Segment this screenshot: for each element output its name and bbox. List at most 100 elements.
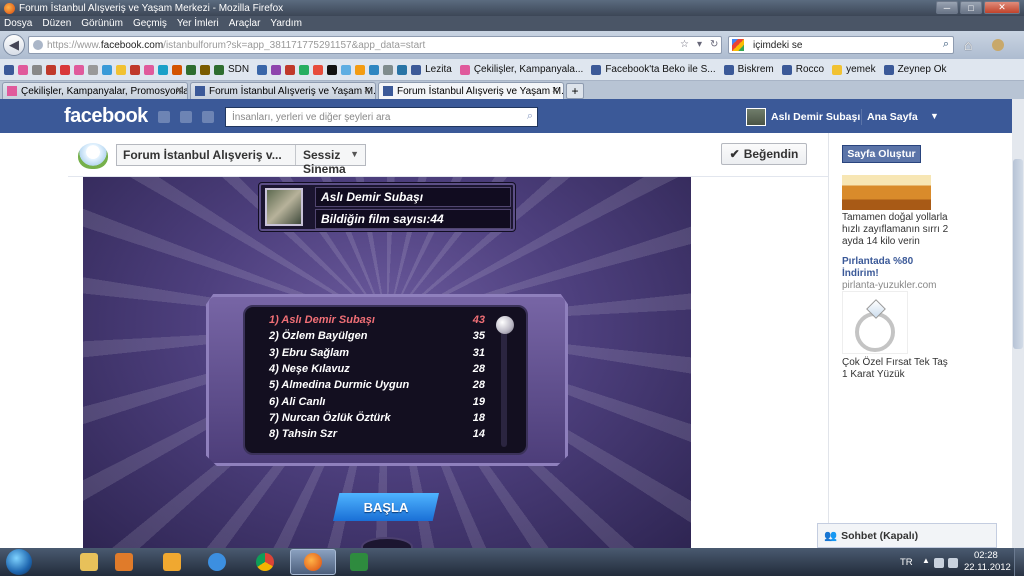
messages-icon[interactable]: [180, 111, 192, 123]
menu-item-yardim[interactable]: Yardım: [270, 18, 302, 29]
bookmark-icon[interactable]: [186, 64, 196, 75]
menu-item-araclar[interactable]: Araçlar: [229, 18, 261, 29]
star-icon[interactable]: ☆: [680, 39, 689, 50]
bookmark-yemek[interactable]: yemek: [832, 64, 876, 75]
home-icon[interactable]: ⌂: [964, 37, 972, 53]
url-bar[interactable]: https://www. facebook.com/istanbulforum?s…: [28, 36, 722, 54]
bookmark-icon[interactable]: [313, 64, 324, 75]
search-bar[interactable]: içimdeki se ⌕: [728, 36, 954, 54]
bookmark-icon[interactable]: [355, 64, 366, 75]
bookmark-icon[interactable]: [4, 64, 14, 75]
close-tab-icon[interactable]: ✕: [175, 85, 183, 96]
close-tab-icon[interactable]: ✕: [551, 85, 559, 96]
volume-icon[interactable]: [948, 558, 958, 568]
bookmark-icon[interactable]: [257, 64, 268, 75]
bookmark-icon[interactable]: [327, 64, 338, 75]
bookmark-icon[interactable]: [271, 64, 282, 75]
taskbar-outlook[interactable]: [149, 549, 195, 575]
close-tab-icon[interactable]: ✕: [363, 85, 371, 96]
menu-item-yer-imleri[interactable]: Yer İmleri: [177, 18, 219, 29]
bookmark-sdn[interactable]: SDN: [214, 64, 249, 75]
notifications-icon[interactable]: [202, 111, 214, 123]
tray-expand-icon[interactable]: ▲: [922, 556, 930, 565]
home-link[interactable]: Ana Sayfa: [867, 111, 918, 123]
menu-item-dosya[interactable]: Dosya: [4, 18, 32, 29]
start-button[interactable]: BAŞLA: [333, 493, 439, 521]
facebook-search-input[interactable]: İnsanları, yerleri ve diğer şeyleri ara …: [225, 107, 538, 127]
search-icon[interactable]: ⌕: [527, 110, 533, 123]
new-tab-button[interactable]: +: [566, 83, 584, 99]
bookmark-icon[interactable]: [18, 64, 28, 75]
clock-date[interactable]: 22.11.2012: [964, 562, 1011, 573]
ad-image-ring[interactable]: [842, 291, 908, 354]
taskbar-internet-explorer[interactable]: [194, 549, 240, 575]
bookmark-zeynep[interactable]: Zeynep Ok: [883, 64, 946, 75]
taskbar-chrome[interactable]: [242, 549, 288, 575]
bookmark-icon[interactable]: [88, 64, 98, 75]
bookmark-icon[interactable]: [102, 64, 112, 75]
show-desktop-button[interactable]: [1014, 548, 1024, 576]
page-scrollbar[interactable]: [1012, 99, 1024, 548]
profile-link[interactable]: Aslı Demir Subaşı: [771, 111, 860, 123]
tab-forum-istanbul[interactable]: Forum İstanbul Alışveriş ve Yaşam M... ✕: [190, 82, 376, 99]
bookmark-icon[interactable]: [116, 64, 126, 75]
app-selector-button[interactable]: Forum İstanbul Alışveriş v... Sessiz Sin…: [116, 144, 366, 176]
page-scroll-thumb[interactable]: [1013, 159, 1023, 349]
maximize-button[interactable]: □: [960, 1, 982, 14]
minimize-button[interactable]: ─: [936, 1, 958, 14]
ad-text[interactable]: Tamamen doğal yollarla hızlı zayıflamanı…: [842, 212, 952, 248]
bookmark-icon[interactable]: [46, 64, 56, 75]
bookmark-icon[interactable]: [200, 64, 210, 75]
forum-istanbul-logo[interactable]: [78, 143, 108, 169]
bookmark-biskrem[interactable]: Biskrem: [723, 64, 774, 75]
clock-time[interactable]: 02:28: [974, 550, 998, 561]
bookmark-icon[interactable]: [383, 64, 394, 75]
chat-bar[interactable]: 👥 Sohbet (Kapalı): [817, 523, 997, 548]
friend-requests-icon[interactable]: [158, 111, 170, 123]
account-menu-icon[interactable]: ▼: [930, 111, 939, 121]
bookmark-icon[interactable]: [397, 64, 408, 75]
bookmark-icon[interactable]: [299, 64, 310, 75]
leaderboard-scrollbar[interactable]: [501, 317, 507, 447]
language-indicator[interactable]: TR: [900, 557, 913, 568]
bookmark-icon[interactable]: [144, 64, 154, 75]
create-page-button[interactable]: Sayfa Oluştur: [842, 145, 921, 163]
bookmark-icon[interactable]: [285, 64, 296, 75]
search-icon[interactable]: ⌕: [943, 38, 949, 51]
site-identity-icon[interactable]: [33, 40, 43, 50]
reload-icon[interactable]: ↻: [710, 39, 718, 50]
menu-item-gorunum[interactable]: Görünüm: [81, 18, 123, 29]
close-button[interactable]: ✕: [984, 1, 1020, 14]
search-engine-icon[interactable]: [732, 39, 744, 51]
menu-item-gecmis[interactable]: Geçmiş: [133, 18, 167, 29]
facebook-logo[interactable]: facebook: [64, 105, 148, 128]
ad-text[interactable]: Çok Özel Fırsat Tek Taş 1 Karat Yüzük: [842, 357, 952, 381]
dropdown-icon[interactable]: ▾: [697, 39, 702, 50]
bookmark-icon[interactable]: [74, 64, 84, 75]
bookmark-icon[interactable]: [341, 64, 352, 75]
back-button[interactable]: ◀: [3, 34, 25, 56]
bookmark-beko[interactable]: Facebook'ta Beko ile S...: [591, 64, 716, 75]
tab-cekilisler[interactable]: Çekilişler, Kampanyalar, Promosyonla... …: [2, 82, 188, 99]
bookmark-icon[interactable]: [130, 64, 140, 75]
bookmark-rocco[interactable]: Rocco: [781, 64, 824, 75]
bookmark-icon[interactable]: [172, 64, 182, 75]
avatar[interactable]: [746, 108, 766, 126]
addon-icon[interactable]: [992, 39, 1004, 51]
start-button[interactable]: [6, 549, 32, 575]
bookmark-cekilisler[interactable]: Çekilişler, Kampanyala...: [459, 64, 583, 75]
taskbar-media-player[interactable]: [101, 549, 147, 575]
ad-image-tea[interactable]: [842, 175, 931, 210]
bookmark-icon[interactable]: [158, 64, 168, 75]
ad-title[interactable]: Pırlantada %80 İndirim!: [842, 256, 952, 280]
taskbar-excel[interactable]: [336, 549, 382, 575]
bookmark-icon[interactable]: [32, 64, 42, 75]
menu-item-duzen[interactable]: Düzen: [42, 18, 71, 29]
like-button[interactable]: ✔ Beğendin: [721, 143, 807, 165]
bookmark-icon[interactable]: [369, 64, 380, 75]
bookmark-lezita[interactable]: Lezita: [411, 64, 452, 75]
network-icon[interactable]: [934, 558, 944, 568]
tab-forum-istanbul-active[interactable]: Forum İstanbul Alışveriş ve Yaşam M... ✕: [378, 82, 564, 99]
taskbar-firefox[interactable]: [290, 549, 336, 575]
bookmark-icon[interactable]: [60, 64, 70, 75]
